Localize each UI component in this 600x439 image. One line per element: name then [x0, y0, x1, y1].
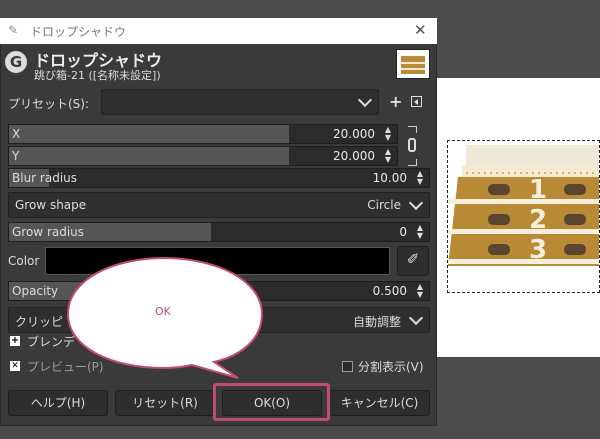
opacity-label: Opacity	[12, 284, 59, 298]
clipping-label: クリッピ	[15, 315, 64, 329]
clipping-value: 自動調整	[352, 315, 401, 329]
cancel-button[interactable]: キャンセル(C)	[329, 390, 430, 416]
split-view-checkbox[interactable]	[342, 361, 353, 372]
chevron-down-icon	[408, 195, 424, 211]
box-number-2: 2	[529, 205, 547, 235]
box-number-3: 3	[529, 235, 547, 265]
box-number-1: 1	[529, 175, 547, 205]
color-label: Color	[8, 254, 40, 268]
expand-plus-icon[interactable]: +	[10, 336, 20, 346]
blur-radius-slider[interactable]: Blur radius 10.00 ▲ ▼	[8, 168, 430, 188]
x-spin-icon[interactable]: ▲ ▼	[383, 126, 393, 142]
add-preset-icon[interactable]: +	[389, 92, 402, 111]
grow-shape-combo[interactable]: Grow shape Circle	[8, 192, 430, 218]
window-titlebar: ✎ ドロップシャドウ ✕	[0, 18, 437, 44]
ok-highlight-frame	[213, 383, 330, 421]
close-icon[interactable]: ✕	[414, 21, 427, 39]
layer-preview: 1 2 3	[447, 140, 600, 293]
blur-radius-value: 10.00	[372, 171, 407, 185]
chevron-down-icon	[408, 310, 424, 326]
app-icon: ✎	[8, 23, 19, 37]
grow-radius-slider[interactable]: Grow radius 0 ▲ ▼	[8, 222, 430, 242]
layer-thumbnail	[396, 49, 430, 79]
reset-button[interactable]: リセット(R)	[115, 390, 215, 416]
grow-shape-label: Grow shape	[15, 198, 87, 212]
preset-label: プリセット(S):	[8, 97, 90, 111]
callout-text: OK	[155, 305, 171, 318]
dialog-subtitle: 跳び箱-21 ([名称未設定])	[34, 69, 161, 82]
chevron-down-icon	[357, 92, 373, 108]
y-spin-icon[interactable]: ▲ ▼	[383, 148, 393, 164]
window-title: ドロップシャドウ	[30, 25, 127, 39]
color-picker-button[interactable]: ✐	[397, 246, 429, 276]
y-label: Y	[12, 149, 20, 163]
x-slider[interactable]: X 20.000 ▲ ▼	[8, 124, 398, 144]
preview-checkbox[interactable]: ✕	[10, 361, 20, 371]
grow-radius-spin-icon[interactable]: ▲ ▼	[415, 224, 425, 240]
preset-combo[interactable]	[101, 89, 379, 115]
gimp-logo-icon: G	[5, 51, 27, 73]
grow-radius-label: Grow radius	[12, 225, 85, 239]
x-label: X	[12, 127, 21, 141]
vaulting-box-image: 1 2 3	[448, 141, 599, 292]
split-view-label: 分割表示(V)	[358, 360, 424, 374]
x-value: 20.000	[333, 127, 375, 141]
help-button[interactable]: ヘルプ(H)	[8, 390, 108, 416]
grow-shape-value: Circle	[367, 198, 401, 212]
blur-radius-label: Blur radius	[12, 171, 78, 185]
chain-link-icon[interactable]	[406, 126, 420, 166]
y-slider[interactable]: Y 20.000 ▲ ▼	[8, 146, 398, 166]
opacity-spin-icon[interactable]: ▲ ▼	[415, 283, 425, 299]
eyedropper-icon: ✐	[406, 250, 420, 268]
preset-menu-icon[interactable]	[411, 96, 422, 107]
grow-radius-value: 0	[399, 225, 407, 239]
blur-spin-icon[interactable]: ▲ ▼	[415, 170, 425, 186]
opacity-value: 0.500	[372, 284, 407, 298]
y-value: 20.000	[333, 149, 375, 163]
